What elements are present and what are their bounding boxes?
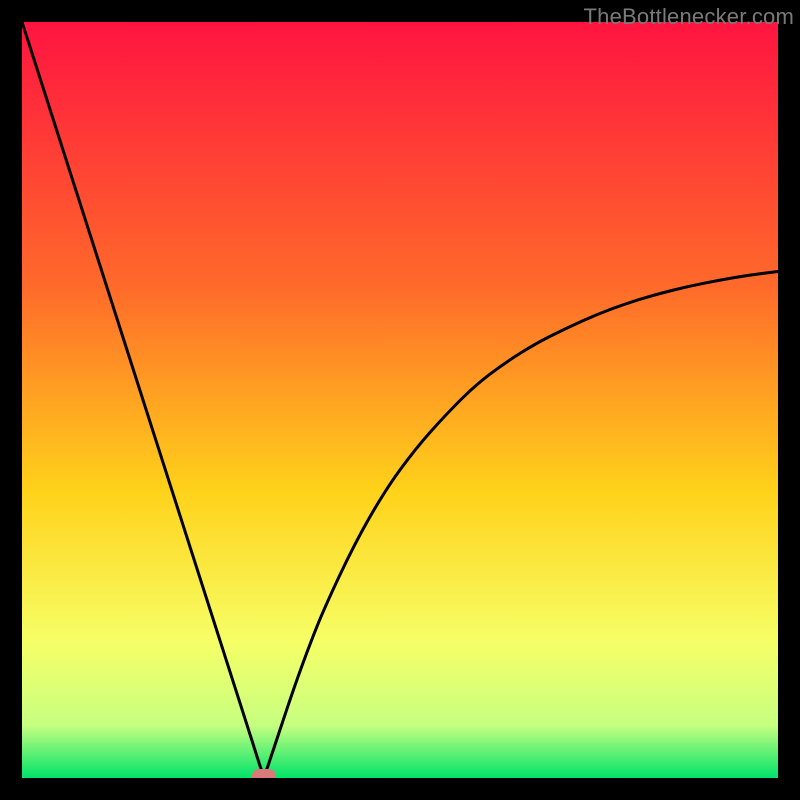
- gradient-background: [22, 22, 778, 778]
- bottleneck-chart: [22, 22, 778, 778]
- watermark-text: TheBottlenecker.com: [584, 4, 794, 30]
- chart-frame: [22, 22, 778, 778]
- optimum-marker: [252, 769, 276, 778]
